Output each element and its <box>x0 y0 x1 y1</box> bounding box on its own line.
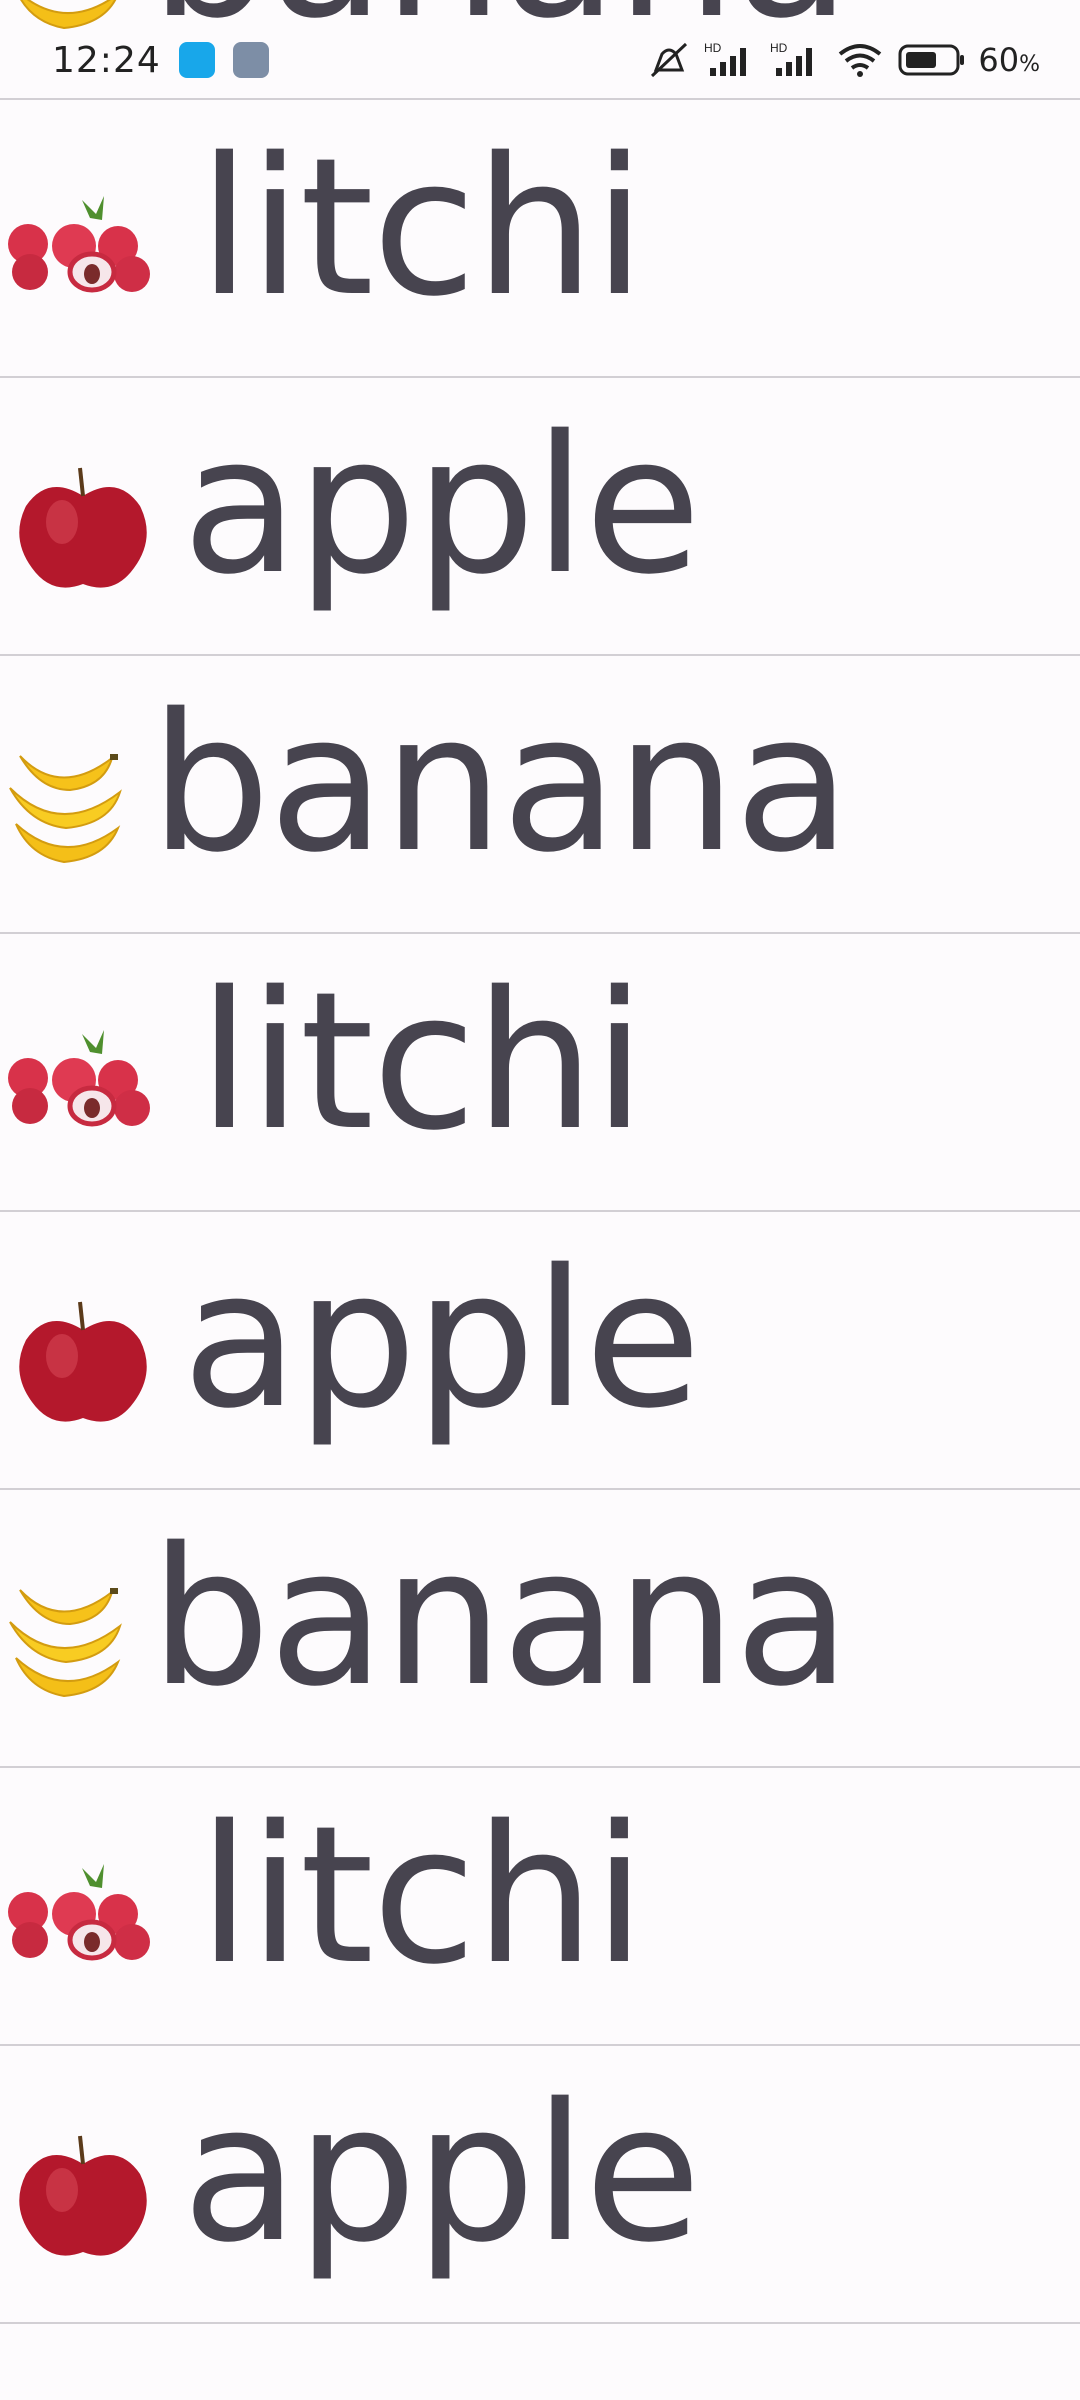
banana-icon <box>20 0 117 30</box>
banana-icon <box>9 1588 122 1698</box>
litchi-icon <box>8 196 150 293</box>
litchi-icon <box>8 1864 150 1961</box>
list-item-label: litchi <box>198 117 646 338</box>
list-item[interactable]: apple <box>0 1212 1080 1490</box>
list-item-label: litchi <box>198 951 646 1172</box>
list-item[interactable]: litchi <box>0 1768 1080 2046</box>
fruit-list: banana litchi apple banana <box>0 0 1080 2324</box>
list-item-label: apple <box>182 2063 701 2284</box>
list-item-label: apple <box>182 1229 701 1450</box>
list-item-label: banana <box>150 0 851 50</box>
list-item-label: banana <box>150 673 851 894</box>
list-item[interactable]: litchi <box>0 100 1080 378</box>
apple-icon <box>19 2135 147 2256</box>
list-item[interactable]: banana <box>0 1490 1080 1768</box>
litchi-icon <box>8 1030 150 1127</box>
list-item[interactable]: litchi <box>0 934 1080 1212</box>
list-item-label: apple <box>182 395 701 616</box>
list-item[interactable]: banana <box>0 656 1080 934</box>
apple-icon <box>19 467 147 588</box>
list-item[interactable]: banana <box>0 0 1080 100</box>
list-item[interactable]: apple <box>0 378 1080 656</box>
list-item[interactable]: apple <box>0 2046 1080 2324</box>
list-item-label: litchi <box>198 1785 646 2006</box>
apple-icon <box>19 1301 147 1422</box>
list-item-label: banana <box>150 1507 851 1728</box>
banana-icon <box>9 754 122 864</box>
